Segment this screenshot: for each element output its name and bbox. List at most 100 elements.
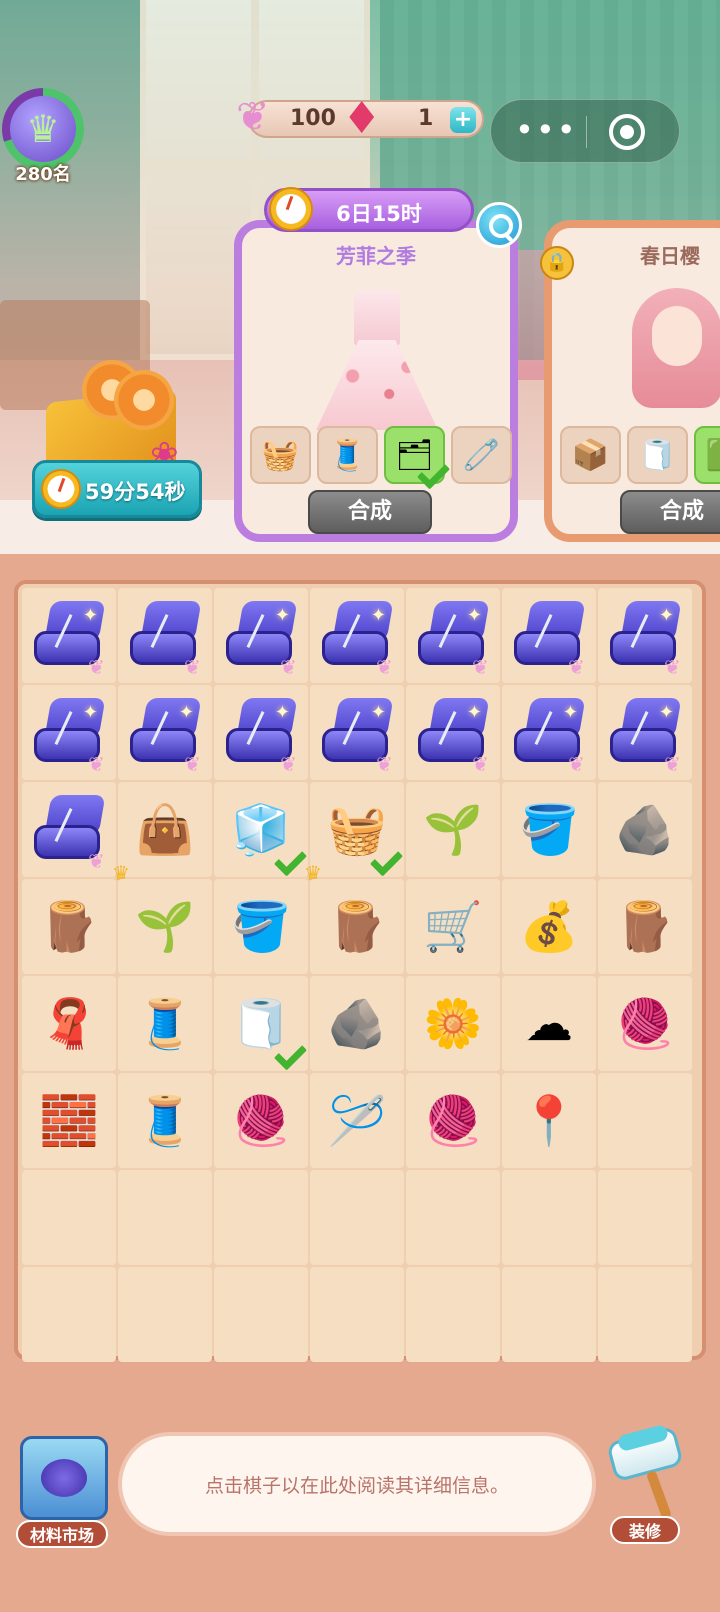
sewing-box-icon: ❦ ✦ <box>320 600 394 679</box>
material-slot[interactable]: 📦 <box>560 426 621 484</box>
add-gems-button[interactable]: + <box>450 107 476 133</box>
search-icon[interactable] <box>476 202 522 248</box>
board-cell[interactable]: 🧱 <box>22 1073 116 1168</box>
board-cell[interactable]: 🛒 <box>406 879 500 974</box>
feather-tag-icon: ❦ <box>280 751 297 776</box>
board-cell[interactable] <box>406 1267 500 1362</box>
board-cell[interactable]: 🧵 <box>118 1073 212 1168</box>
sewing-box-icon: ❦ <box>512 600 586 679</box>
board-cell[interactable]: ❦ <box>118 588 212 683</box>
roller-handle <box>645 1469 673 1521</box>
board-cell[interactable] <box>598 1073 692 1168</box>
board-cell[interactable]: 🪵 <box>310 879 404 974</box>
board-cell[interactable] <box>118 1267 212 1362</box>
board-cell[interactable] <box>502 1267 596 1362</box>
board-cell[interactable]: ❦ <box>502 588 596 683</box>
pink-sewing-machine-icon: 🧷 <box>462 437 501 473</box>
gem-count: 1 <box>418 106 434 131</box>
board-cell[interactable]: ❦ ✦ <box>310 588 404 683</box>
synthesize-button[interactable]: 合成 <box>308 490 432 534</box>
board-cell[interactable]: ❦ ✦ <box>502 685 596 780</box>
board-cell[interactable]: ❦ ✦ <box>22 685 116 780</box>
rank-badge[interactable]: ♛ 280名 <box>2 88 88 188</box>
sparkle-icon: ✦ <box>274 701 290 723</box>
board-cell[interactable]: 💰 <box>502 879 596 974</box>
material-slot[interactable]: 🧷 <box>451 426 512 484</box>
board-cell[interactable]: 📍 <box>502 1073 596 1168</box>
teal-cloth-icon: 🧣 <box>39 995 99 1052</box>
board-cell[interactable]: 🧶 <box>406 1073 500 1168</box>
decorate-button[interactable]: 装修 <box>600 1423 710 1546</box>
sparkle-icon: ✦ <box>82 604 98 626</box>
board-cell[interactable] <box>22 1170 116 1265</box>
board-cell[interactable] <box>310 1267 404 1362</box>
card-timer: 6日15时 <box>264 187 474 232</box>
board-cell[interactable] <box>214 1170 308 1265</box>
log-cart-red-icon: 🪵 <box>327 898 387 955</box>
board-cell[interactable]: ❦ ✦ <box>406 588 500 683</box>
board-cell[interactable]: ☁ <box>502 976 596 1071</box>
board-cell[interactable]: ❦ <box>22 782 116 877</box>
board-cell[interactable] <box>406 1170 500 1265</box>
synthesize-button[interactable]: 合成 <box>620 490 720 534</box>
board-cell[interactable] <box>502 1170 596 1265</box>
board-cell[interactable] <box>598 1170 692 1265</box>
sparkle-icon: ✦ <box>466 701 482 723</box>
sparkle-icon: ✦ <box>370 604 386 626</box>
board-cell[interactable]: 🌱 <box>406 782 500 877</box>
board-cell[interactable]: ❦ ✦ <box>118 685 212 780</box>
board-cell[interactable] <box>118 1170 212 1265</box>
board-cell[interactable]: ❦ ✦ <box>310 685 404 780</box>
sewing-box-icon: ❦ ✦ <box>128 697 202 776</box>
rock-icon: 🪨 <box>615 801 675 858</box>
board-cell[interactable]: ❦ ✦ <box>214 588 308 683</box>
board-cell[interactable]: 🪣 <box>214 879 308 974</box>
board-cell[interactable]: 🪣 <box>502 782 596 877</box>
board-cell[interactable]: 👜 ♛ <box>112 782 212 885</box>
feather-tag-icon: ❦ <box>472 751 489 776</box>
material-list: 🧺 🧵 🗂 🧷 <box>250 426 512 484</box>
board-cell[interactable]: 🪵 <box>598 879 692 974</box>
board-cell[interactable]: ❦ ✦ <box>22 588 116 683</box>
board-cell[interactable] <box>214 1267 308 1362</box>
board-cell[interactable]: 🧵 <box>118 976 212 1071</box>
board-cell[interactable]: 🧺 ♛ <box>304 782 404 885</box>
capsule-divider <box>586 116 587 148</box>
material-slot[interactable]: 🗂 <box>384 426 445 484</box>
material-slot[interactable]: 🟩 <box>694 426 720 484</box>
material-market-button[interactable]: 材料市场 <box>10 1436 110 1548</box>
board-cell[interactable]: ❦ ✦ <box>406 685 500 780</box>
board-cell[interactable]: ❦ ✦ <box>214 685 308 780</box>
sparkle-icon: ✦ <box>562 701 578 723</box>
feather-tag-icon: ❦ <box>280 654 297 679</box>
board-cell[interactable] <box>598 1267 692 1362</box>
board-cell[interactable]: ❦ ✦ <box>598 685 692 780</box>
board-cell[interactable] <box>22 1267 116 1362</box>
board-cell[interactable]: 🌼 <box>406 976 500 1071</box>
feather-icon: ❦ <box>236 94 270 140</box>
board-cell[interactable]: 🧣 <box>22 976 116 1071</box>
close-mini-program-button[interactable] <box>609 114 645 150</box>
board-cell[interactable]: 🪨 <box>310 976 404 1071</box>
feather-tag-icon: ❦ <box>184 751 201 776</box>
more-menu-button[interactable]: ••• <box>515 110 576 154</box>
outfit-card-locked[interactable]: 🔒 春日樱 📦🧻🟩 合成 <box>540 220 720 542</box>
board-cell[interactable]: 🧶 <box>598 976 692 1071</box>
board-cell[interactable]: 🌱 <box>118 879 212 974</box>
board-cell[interactable] <box>310 1170 404 1265</box>
board-cell[interactable]: 🪵 <box>22 879 116 974</box>
board-cell[interactable]: 🪨 <box>598 782 692 877</box>
material-slot[interactable]: 🧻 <box>627 426 688 484</box>
board-cell[interactable]: 🧶 <box>214 1073 308 1168</box>
material-slot[interactable]: 🧵 <box>317 426 378 484</box>
board-cell[interactable]: 🧊 <box>214 782 308 877</box>
board-cell[interactable]: 🪡 <box>310 1073 404 1168</box>
board-cell[interactable]: 🧻 <box>214 976 308 1071</box>
sewing-box-icon: ❦ ✦ <box>608 600 682 679</box>
event-timer[interactable]: 59分54秒 <box>32 460 202 518</box>
sprout-pot-icon: 🌱 <box>135 898 195 955</box>
board-cell[interactable]: ❦ ✦ <box>598 588 692 683</box>
material-slot[interactable]: 🧺 <box>250 426 311 484</box>
outfit-card-active[interactable]: 6日15时 芳菲之季 🧺 🧵 🗂 🧷 合成 <box>234 187 518 542</box>
wood-planks-icon: 🪵 <box>39 898 99 955</box>
